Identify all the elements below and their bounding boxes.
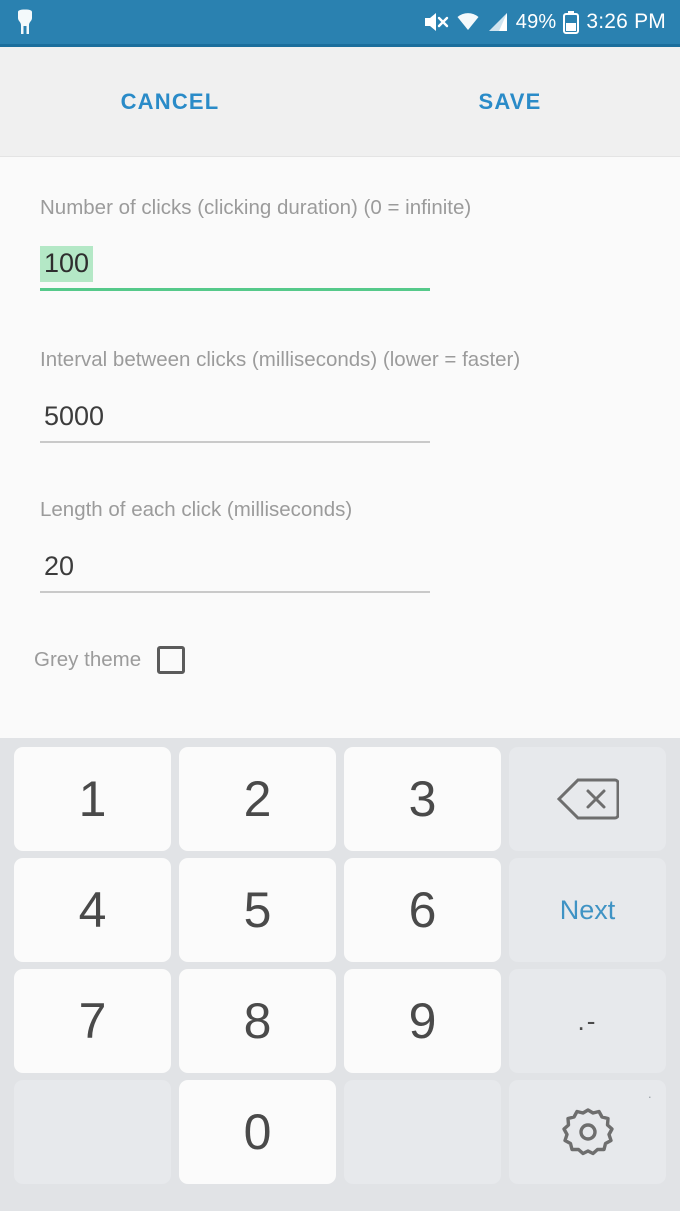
backspace-key[interactable] xyxy=(509,747,666,851)
status-bar-right: 49% 3:26 PM xyxy=(424,10,666,34)
keyboard-row: 1 2 3 xyxy=(14,747,666,851)
key-corner-dot: · xyxy=(647,1089,652,1104)
numeric-keyboard: 1 2 3 4 5 6 Next 7 8 9 .- 0 · xyxy=(0,738,680,1211)
status-bar: 49% 3:26 PM xyxy=(0,0,680,47)
key-5[interactable]: 5 xyxy=(179,858,336,962)
battery-percent-label: 49% xyxy=(515,10,557,33)
keyboard-row: 7 8 9 .- xyxy=(14,969,666,1073)
key-3[interactable]: 3 xyxy=(344,747,501,851)
key-8[interactable]: 8 xyxy=(179,969,336,1073)
status-bar-left xyxy=(14,9,36,35)
field-label-number-of-clicks: Number of clicks (clicking duration) (0 … xyxy=(40,196,472,219)
input-value-interval-between-clicks: 5000 xyxy=(44,401,105,431)
key-7-label: 7 xyxy=(78,993,107,1049)
grey-theme-row[interactable]: Grey theme xyxy=(34,646,186,674)
keyboard-settings-key[interactable]: · xyxy=(509,1080,666,1184)
blank-key-left xyxy=(14,1080,171,1184)
field-label-length-of-each-click: Length of each click (milliseconds) xyxy=(40,498,353,521)
input-number-of-clicks[interactable]: 100 xyxy=(40,239,430,291)
key-6-label: 6 xyxy=(408,882,437,938)
backspace-icon xyxy=(556,777,619,821)
key-3-label: 3 xyxy=(408,771,437,827)
keyboard-row: 4 5 6 Next xyxy=(14,858,666,962)
key-2[interactable]: 2 xyxy=(179,747,336,851)
key-9[interactable]: 9 xyxy=(344,969,501,1073)
input-value-length-of-each-click: 20 xyxy=(44,551,75,581)
input-interval-between-clicks[interactable]: 5000 xyxy=(40,391,430,443)
gear-icon xyxy=(561,1106,614,1158)
period-dash-key[interactable]: .- xyxy=(509,969,666,1073)
field-number-of-clicks: Number of clicks (clicking duration) (0 … xyxy=(40,196,471,291)
key-0-label: 0 xyxy=(243,1104,272,1160)
keyboard-row: 0 · xyxy=(14,1080,666,1184)
blank-key-right xyxy=(344,1080,501,1184)
grey-theme-label: Grey theme xyxy=(34,648,142,671)
key-4-label: 4 xyxy=(78,882,107,938)
settings-form: Number of clicks (clicking duration) (0 … xyxy=(0,158,680,738)
sound-off-icon xyxy=(424,11,449,33)
battery-icon xyxy=(563,10,580,34)
cellular-signal-icon xyxy=(487,12,509,32)
key-1-label: 1 xyxy=(78,771,107,827)
key-8-label: 8 xyxy=(243,993,272,1049)
app-notification-icon xyxy=(14,9,36,35)
wifi-icon xyxy=(456,12,480,32)
save-button[interactable]: SAVE xyxy=(400,47,620,157)
key-9-label: 9 xyxy=(408,993,437,1049)
key-0[interactable]: 0 xyxy=(179,1080,336,1184)
input-value-number-of-clicks: 100 xyxy=(40,245,94,282)
key-7[interactable]: 7 xyxy=(14,969,171,1073)
period-dash-key-label: .- xyxy=(577,1005,598,1036)
key-6[interactable]: 6 xyxy=(344,858,501,962)
action-bar: CANCEL SAVE xyxy=(0,47,680,157)
input-length-of-each-click[interactable]: 20 xyxy=(40,541,430,593)
field-interval-between-clicks: Interval between clicks (milliseconds) (… xyxy=(40,348,520,443)
field-label-interval-between-clicks: Interval between clicks (milliseconds) (… xyxy=(40,348,521,371)
key-2-label: 2 xyxy=(243,771,272,827)
status-bar-clock: 3:26 PM xyxy=(586,10,666,33)
field-length-of-each-click: Length of each click (milliseconds) 20 xyxy=(40,498,430,593)
app-root: 49% 3:26 PM CANCEL SAVE Number of clicks… xyxy=(0,0,680,1211)
key-5-label: 5 xyxy=(243,882,272,938)
key-1[interactable]: 1 xyxy=(14,747,171,851)
grey-theme-checkbox[interactable] xyxy=(157,646,186,674)
key-4[interactable]: 4 xyxy=(14,858,171,962)
next-key-label: Next xyxy=(559,894,616,925)
next-key[interactable]: Next xyxy=(509,858,666,962)
cancel-button[interactable]: CANCEL xyxy=(60,47,280,157)
